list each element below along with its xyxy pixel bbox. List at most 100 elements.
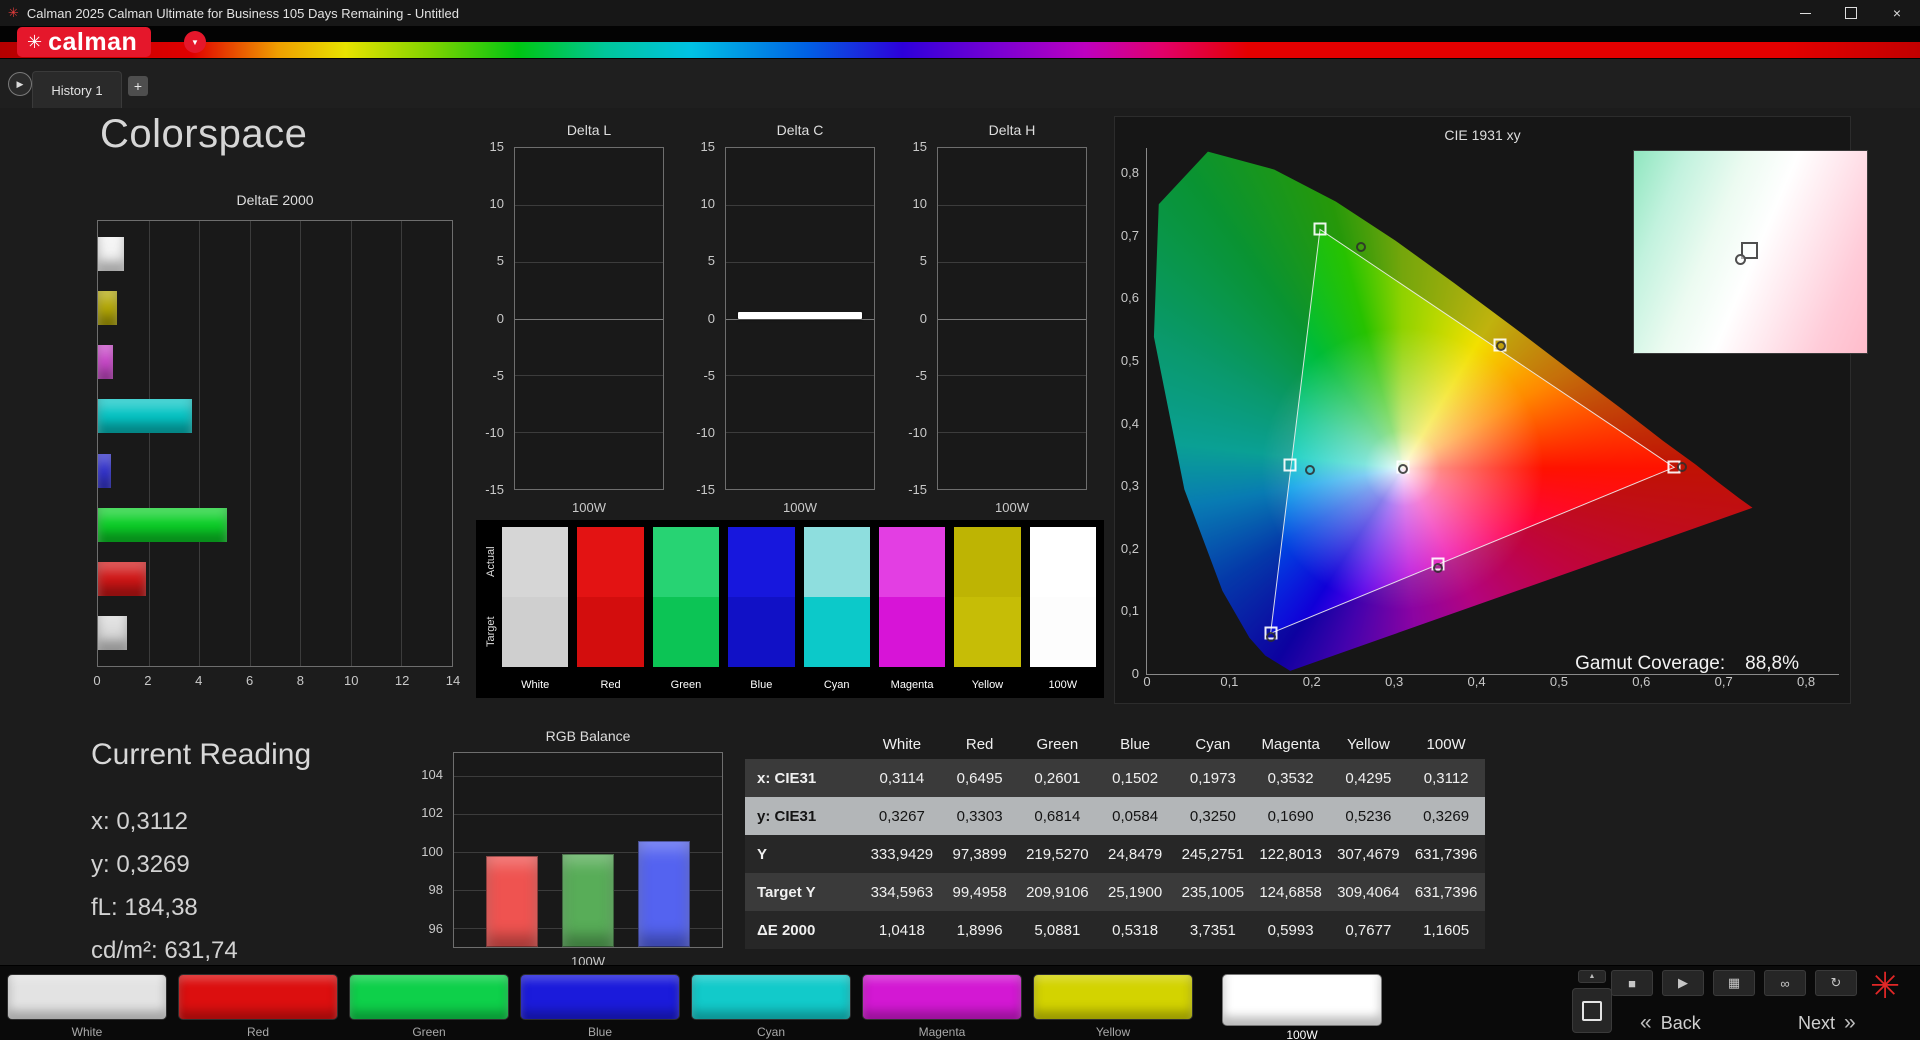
minimize-button[interactable] — [1782, 0, 1828, 26]
value-cell: 334,5963 — [870, 883, 934, 901]
swatch-label: 100W — [1048, 679, 1078, 691]
tick-label: 0 — [1131, 666, 1139, 681]
value-cell: 5,0881 — [1034, 921, 1081, 939]
maximize-button[interactable] — [1828, 0, 1874, 26]
main-menu-button[interactable]: ▼ — [184, 31, 206, 53]
pattern-swatch-yellow[interactable]: Yellow — [1033, 974, 1193, 1039]
current-reading: Current Reading x: 0,3112 y: 0,3269 fL: … — [91, 738, 311, 972]
value-cell: 0,3532 — [1267, 769, 1314, 787]
swatch-color — [178, 974, 338, 1020]
brand-band: ✳ calman ▼ — [0, 26, 1920, 59]
tick-label: 0,8 — [1120, 165, 1139, 181]
calman-logo[interactable]: ✳ calman — [17, 27, 152, 57]
pattern-swatch-magenta[interactable]: Magenta — [862, 974, 1022, 1039]
tick-label: -15 — [696, 482, 715, 497]
white-point-inset — [1633, 150, 1868, 354]
table-row[interactable]: ΔE 2000 1,0418 1,8996 5,0881 0,5318 3,7351 0,5… — [745, 911, 1485, 949]
tick-label: 0,2 — [1302, 674, 1321, 689]
gamut-coverage-label: Gamut Coverage: — [1575, 653, 1726, 674]
pattern-swatches: White Red Green Blue Cyan Magenta Yellow 100W — [7, 974, 1382, 1040]
bar — [98, 453, 112, 488]
delta-c-chart: Delta C 15 10 5 0 -5 -10 -15 100W — [681, 108, 877, 538]
value-cell: 307,4679 — [1337, 845, 1400, 863]
swatch-label: Green — [412, 1025, 446, 1039]
next-button[interactable]: Next » — [1798, 1008, 1856, 1038]
swatch-label: Red — [600, 679, 621, 691]
swatch-label: Blue — [750, 679, 773, 691]
collapse-panel-button[interactable]: ▶ — [8, 72, 32, 96]
back-button[interactable]: « Back — [1640, 1008, 1701, 1038]
table-row[interactable]: y: CIE31 0,3267 0,3303 0,6814 0,0584 0,3250 0,… — [745, 797, 1485, 835]
panel-up-button[interactable]: ▲ — [1578, 970, 1606, 983]
value-cell: 0,3303 — [956, 807, 1003, 825]
pattern-swatch-cyan[interactable]: Cyan — [691, 974, 851, 1039]
close-button[interactable]: × — [1874, 0, 1920, 26]
cie-chart-title: CIE 1931 xy — [1444, 127, 1521, 143]
table-row[interactable]: Y 333,9429 97,3899 219,5270 24,8479 245,2751 1… — [745, 835, 1485, 873]
infinity-icon: ∞ — [1780, 975, 1790, 991]
value-cell: 0,1973 — [1189, 769, 1236, 787]
bar — [98, 237, 125, 272]
swatch-label: 100W — [1286, 1028, 1318, 1040]
tick-label: 0,4 — [1467, 674, 1486, 689]
pattern-swatch-white[interactable]: White — [7, 974, 167, 1039]
target-row-label: Target — [485, 616, 497, 648]
swatch-label: Magenta — [890, 679, 934, 691]
refresh-button[interactable]: ↻ — [1815, 970, 1857, 996]
gridline — [938, 432, 1086, 434]
value-cell: 97,3899 — [952, 845, 1007, 863]
value-cell: 124,6858 — [1259, 883, 1322, 901]
delta-l-xlabel: 100W — [572, 500, 606, 515]
pattern-swatch-green[interactable]: Green — [349, 974, 509, 1039]
tick-label: 6 — [245, 673, 254, 688]
pattern-swatch-blue[interactable]: Blue — [520, 974, 680, 1039]
tick-label: -5 — [703, 367, 715, 383]
tick-label: 5 — [919, 253, 927, 269]
tab-history-1[interactable]: History 1 — [32, 71, 122, 108]
play-button[interactable]: ▶ — [1662, 970, 1704, 996]
value-cell: 0,3112 — [1423, 769, 1469, 787]
tick-label: 0,4 — [1120, 415, 1139, 431]
bar — [98, 561, 147, 596]
pattern-swatch-red[interactable]: Red — [178, 974, 338, 1039]
bar-row-yellow — [98, 281, 452, 335]
gridline — [938, 204, 1086, 206]
tick-label: 15 — [912, 139, 927, 154]
tick-label: 100 — [421, 843, 443, 859]
target-swatch — [878, 597, 946, 667]
bar — [98, 291, 118, 326]
add-tab-button[interactable]: + — [128, 76, 148, 96]
swatch-comparison-panel: Actual Target White Red Green Blue Cyan Magen… — [476, 520, 1104, 698]
value-cell: 235,1005 — [1181, 883, 1245, 901]
layout-button[interactable] — [1572, 988, 1612, 1033]
measured-marker — [1398, 464, 1409, 475]
swatch-label: Yellow — [971, 679, 1004, 691]
delta-h-chart: Delta H 15 10 5 0 -5 -10 -15 100W — [893, 108, 1089, 538]
table-row[interactable]: x: CIE31 0,3114 0,6495 0,2601 0,1502 0,1973 0,… — [745, 759, 1485, 797]
pattern-swatch-100w[interactable]: 100W — [1222, 974, 1382, 1040]
tick-label: 102 — [421, 805, 443, 821]
swatch-column-blue: Blue — [728, 527, 795, 694]
deltae-bars — [98, 221, 452, 666]
value-cell: 309,4064 — [1337, 883, 1400, 901]
continuous-measure-button[interactable]: ∞ — [1764, 970, 1806, 996]
stop-button[interactable]: ■ — [1611, 970, 1653, 996]
back-label: Back — [1660, 1012, 1701, 1033]
header-cell: Magenta — [1261, 735, 1320, 753]
value-cell: 209,9106 — [1026, 883, 1089, 901]
save-button[interactable]: ▦ — [1713, 970, 1755, 996]
swatch-row-labels: Actual Target — [480, 527, 502, 694]
measured-marker — [1432, 563, 1443, 574]
refresh-icon: ↻ — [1830, 975, 1842, 990]
value-cell: 245,2751 — [1181, 845, 1245, 863]
tick-label: -10 — [696, 424, 715, 440]
header-cell: Cyan — [1195, 735, 1231, 753]
tick-label: 0,3 — [1385, 674, 1404, 689]
rgb-balance-title: RGB Balance — [545, 728, 631, 744]
swatch-column-cyan: Cyan — [803, 527, 870, 694]
gridline — [726, 204, 874, 206]
tick-label: 4 — [195, 673, 203, 688]
table-row[interactable]: Target Y 334,5963 99,4958 209,9106 25,1900 23… — [745, 873, 1485, 911]
close-icon: × — [1892, 5, 1902, 21]
value-cell: 0,3114 — [879, 769, 925, 787]
